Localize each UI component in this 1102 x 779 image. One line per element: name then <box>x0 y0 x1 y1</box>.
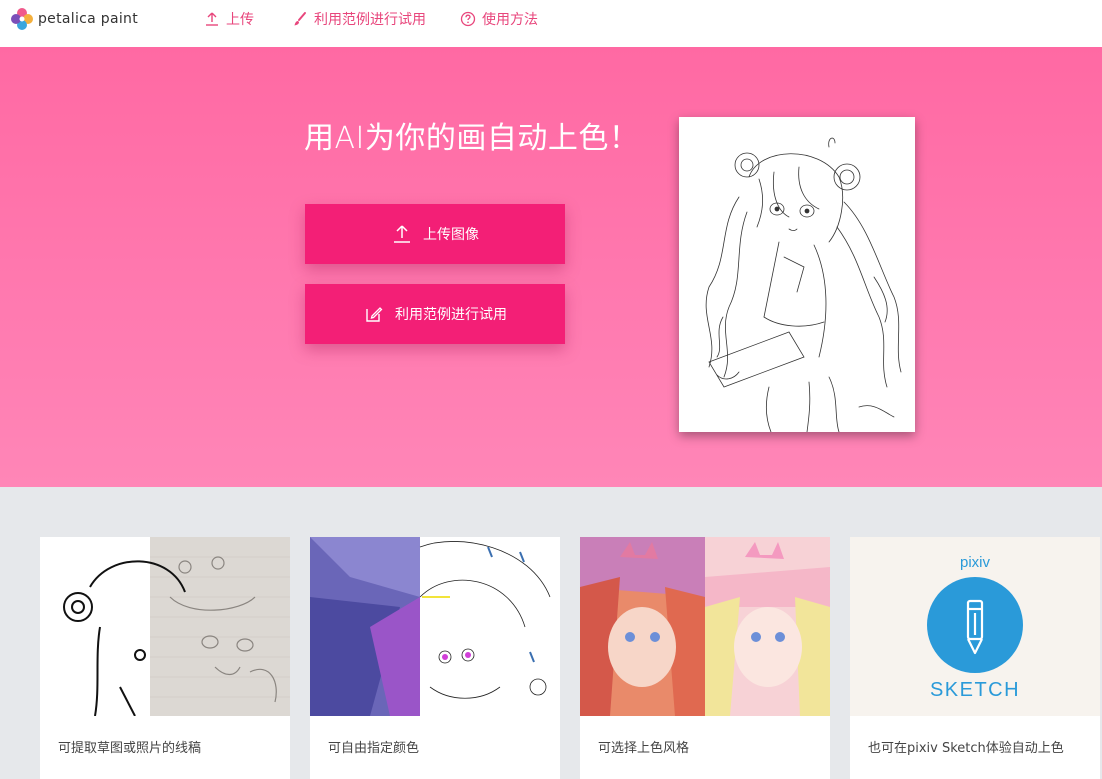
hero-section: 用AI为你的画自动上色！ 上传图像 利用范例进行试用 <box>0 47 1102 487</box>
feature-caption: 可自由指定颜色 <box>328 741 420 756</box>
feature-card-pixiv-sketch[interactable]: pixiv SKETCH 也可在pixiv Sketch体验自动上色 <box>850 537 1100 779</box>
nav-upload-label: 上传 <box>226 12 254 28</box>
top-nav: petalica paint 上传 利用范例进行试用 使用方法 <box>0 0 1102 47</box>
feature-card-colors[interactable]: 可自由指定颜色 <box>310 537 560 779</box>
edit-icon <box>366 307 383 322</box>
hero-title: 用AI为你的画自动上色！ <box>304 121 640 156</box>
logo[interactable]: petalica paint <box>10 7 138 31</box>
nav-upload-link[interactable]: 上传 <box>204 9 254 29</box>
brush-icon <box>294 12 306 26</box>
feature-caption: 也可在pixiv Sketch体验自动上色 <box>868 741 1064 756</box>
feature-image-styles <box>580 537 830 716</box>
upload-image-button[interactable]: 上传图像 <box>305 204 565 264</box>
feature-image-pixiv-sketch: pixiv SKETCH <box>850 537 1100 716</box>
upload-icon <box>394 225 410 243</box>
feature-caption: 可提取草图或照片的线稿 <box>58 741 202 756</box>
upload-icon <box>206 12 218 26</box>
try-sample-label: 利用范例进行试用 <box>395 307 507 323</box>
nav-sample-link[interactable]: 利用范例进行试用 <box>292 9 426 29</box>
try-sample-button[interactable]: 利用范例进行试用 <box>305 284 565 344</box>
feature-image-colors <box>310 537 560 716</box>
nav-sample-label: 利用范例进行试用 <box>314 12 426 28</box>
pixiv-wordmark: pixiv <box>960 554 991 571</box>
feature-card-lineart[interactable]: 可提取草图或照片的线稿 <box>40 537 290 779</box>
question-icon <box>460 11 476 27</box>
feature-card-styles[interactable]: 可选择上色风格 <box>580 537 830 779</box>
sketch-wordmark: SKETCH <box>930 679 1020 701</box>
nav-howto-label: 使用方法 <box>482 12 538 28</box>
feature-caption: 可选择上色风格 <box>598 741 690 756</box>
lineart-illustration <box>705 137 902 432</box>
lineart-preview-image <box>679 117 915 432</box>
petal-logo-icon <box>11 8 33 30</box>
brand-name: petalica paint <box>38 11 138 27</box>
feature-image-lineart <box>40 537 290 716</box>
nav-howto-link[interactable]: 使用方法 <box>460 9 538 29</box>
upload-image-label: 上传图像 <box>423 227 479 243</box>
